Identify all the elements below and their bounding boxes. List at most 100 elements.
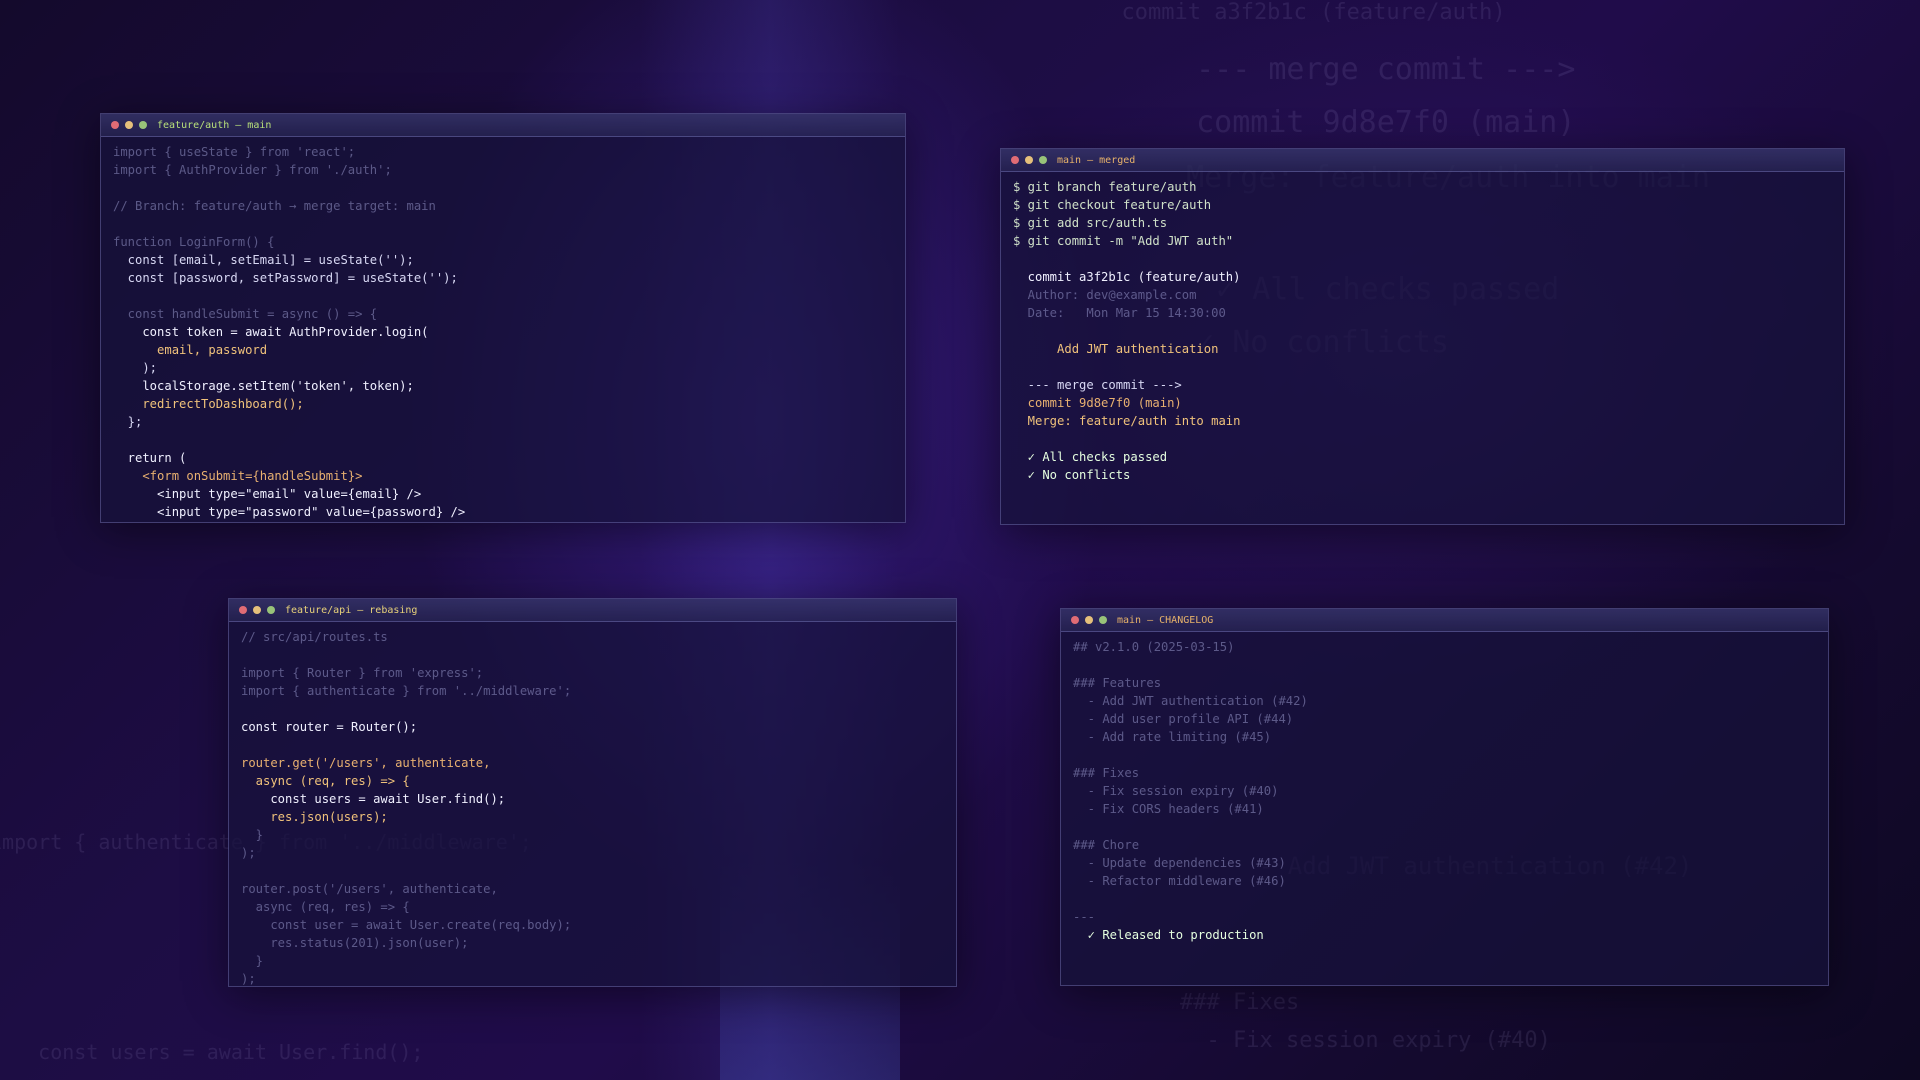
status-check: ✓ No conflicts xyxy=(1013,468,1131,482)
code-comment: // src/api/routes.ts xyxy=(241,630,388,644)
background-ghost-text: - Fix session expiry (#40) xyxy=(1180,1028,1551,1053)
code-line: localStorage.setItem('token', token); xyxy=(113,379,414,393)
changelog-item: - Update dependencies (#43) xyxy=(1073,856,1286,870)
terminal-line: Author: dev@example.com xyxy=(1013,288,1197,302)
close-dot[interactable] xyxy=(1071,616,1079,624)
terminal-line: Add JWT authentication xyxy=(1013,342,1219,356)
terminal-line: Date: Mon Mar 15 14:30:00 xyxy=(1013,306,1226,320)
minimize-dot[interactable] xyxy=(253,606,261,614)
maximize-dot[interactable] xyxy=(267,606,275,614)
maximize-dot[interactable] xyxy=(1039,156,1047,164)
window-titlebar[interactable]: main — CHANGELOG xyxy=(1061,609,1828,632)
terminal-command: $ git checkout feature/auth xyxy=(1013,198,1212,212)
window-titlebar[interactable]: feature/auth — main xyxy=(101,114,905,137)
code-line: return ( xyxy=(113,451,187,465)
changelog-line xyxy=(1073,746,1816,764)
close-dot[interactable] xyxy=(239,606,247,614)
code-line: function LoginForm() { xyxy=(113,235,275,249)
changelog-divider: --- xyxy=(1073,910,1096,924)
terminal-line: commit 9d8e7f0 (main) xyxy=(1013,396,1182,410)
code-line: res.json(users); xyxy=(241,810,388,824)
changelog-content[interactable]: ## v2.1.0 (2025-03-15) ### Features - Ad… xyxy=(1061,632,1828,950)
window-title: feature/auth — main xyxy=(157,119,272,131)
close-dot[interactable] xyxy=(1011,156,1019,164)
terminal-line: Merge: feature/auth into main xyxy=(1013,414,1241,428)
code-line: ); xyxy=(241,846,256,860)
code-line: const user = await User.create(req.body)… xyxy=(241,918,572,932)
window-title: main — merged xyxy=(1057,154,1136,166)
minimize-dot[interactable] xyxy=(1085,616,1093,624)
background-ghost-text: const users = await User.find(); xyxy=(0,1040,424,1064)
code-line: router.get('/users', authenticate, xyxy=(241,756,491,770)
changelog-item: - Add JWT authentication (#42) xyxy=(1073,694,1308,708)
code-line: redirectToDashboard(); xyxy=(113,397,304,411)
code-line: const token = await AuthProvider.login( xyxy=(113,325,429,339)
changelog-section: ### Chore xyxy=(1073,838,1140,852)
terminal-output[interactable]: $ git branch feature/auth $ git checkout… xyxy=(1001,172,1844,490)
terminal-command: $ git commit -m "Add JWT auth" xyxy=(1013,234,1234,248)
editor-window-changelog[interactable]: main — CHANGELOG ## v2.1.0 (2025-03-15) … xyxy=(1060,608,1829,986)
changelog-section: ### Fixes xyxy=(1073,766,1140,780)
code-line: }; xyxy=(113,415,143,429)
status-check: ✓ Released to production xyxy=(1073,928,1264,942)
window-title: feature/api — rebasing xyxy=(285,604,418,616)
code-line: res.status(201).json(user); xyxy=(241,936,469,950)
code-line: import { useState } from 'react'; xyxy=(113,145,356,159)
minimize-dot[interactable] xyxy=(125,121,133,129)
changelog-heading: ## v2.1.0 (2025-03-15) xyxy=(1073,640,1235,654)
code-line: email, password xyxy=(113,343,268,357)
code-line: import { authenticate } from '../middlew… xyxy=(241,684,572,698)
code-comment: // Branch: feature/auth → merge target: … xyxy=(113,199,436,213)
background-ghost-text: commit 9d8e7f0 (main) xyxy=(1160,105,1576,140)
background-ghost-text: --- merge commit ---> xyxy=(1160,52,1576,87)
code-line: } xyxy=(241,954,264,968)
changelog-line xyxy=(1073,890,1816,908)
code-line: const users = await User.find(); xyxy=(241,792,506,806)
code-line: const [password, setPassword] = useState… xyxy=(113,271,458,285)
background-ghost-text: commit a3f2b1c (feature/auth) xyxy=(1095,0,1506,25)
code-line: <form onSubmit={handleSubmit}> xyxy=(113,469,363,483)
code-line: } xyxy=(241,828,264,842)
maximize-dot[interactable] xyxy=(1099,616,1107,624)
code-line: async (req, res) => { xyxy=(241,900,410,914)
code-area[interactable]: // src/api/routes.ts import { Router } f… xyxy=(229,622,956,994)
close-dot[interactable] xyxy=(111,121,119,129)
code-line: const [email, setEmail] = useState(''); xyxy=(113,253,414,267)
changelog-item: - Fix session expiry (#40) xyxy=(1073,784,1279,798)
code-line: ); xyxy=(241,972,256,986)
changelog-item: - Fix CORS headers (#41) xyxy=(1073,802,1264,816)
window-title: main — CHANGELOG xyxy=(1117,614,1214,626)
terminal-command: $ git add src/auth.ts xyxy=(1013,216,1168,230)
code-line: ); xyxy=(113,361,158,375)
changelog-item: - Add rate limiting (#45) xyxy=(1073,730,1272,744)
code-line: import { Router } from 'express'; xyxy=(241,666,484,680)
editor-window-api[interactable]: feature/api — rebasing // src/api/routes… xyxy=(228,598,957,987)
window-titlebar[interactable]: feature/api — rebasing xyxy=(229,599,956,622)
changelog-section: ### Features xyxy=(1073,676,1162,690)
changelog-line xyxy=(1073,656,1816,674)
maximize-dot[interactable] xyxy=(139,121,147,129)
background-ghost-text: ### Fixes xyxy=(1180,990,1300,1015)
changelog-item: - Add user profile API (#44) xyxy=(1073,712,1294,726)
code-line: const router = Router(); xyxy=(241,720,418,734)
code-line: <input type="password" value={password} … xyxy=(113,505,466,519)
code-area[interactable]: import { useState } from 'react'; import… xyxy=(101,137,905,527)
terminal-window-merged[interactable]: main — merged $ git branch feature/auth … xyxy=(1000,148,1845,525)
editor-window-auth[interactable]: feature/auth — main import { useState } … xyxy=(100,113,906,523)
terminal-line: commit a3f2b1c (feature/auth) xyxy=(1013,270,1241,284)
minimize-dot[interactable] xyxy=(1025,156,1033,164)
code-line: import { AuthProvider } from './auth'; xyxy=(113,163,392,177)
window-titlebar[interactable]: main — merged xyxy=(1001,149,1844,172)
changelog-item: - Refactor middleware (#46) xyxy=(1073,874,1286,888)
